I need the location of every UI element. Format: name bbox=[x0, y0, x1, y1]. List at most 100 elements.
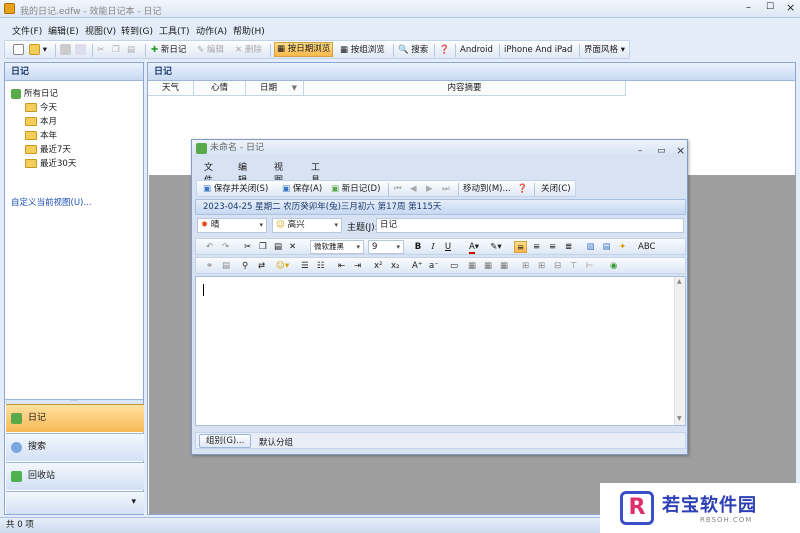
iphone-button[interactable]: iPhone And iPad bbox=[504, 44, 572, 57]
group-button[interactable]: 组别(G)... bbox=[199, 434, 252, 448]
cut-icon[interactable]: ✂ bbox=[97, 44, 104, 57]
insert-col-icon[interactable]: ⊞ bbox=[538, 260, 545, 272]
shrink-font-icon[interactable]: a⁻ bbox=[429, 260, 439, 272]
search-button[interactable]: 🔍 搜索 bbox=[398, 44, 428, 57]
edit-button[interactable]: ✎ 编辑 bbox=[197, 44, 224, 57]
bold-icon[interactable]: B bbox=[412, 241, 424, 253]
minimize-icon[interactable]: – bbox=[746, 2, 751, 13]
tree-item-month[interactable]: 本月 bbox=[25, 115, 57, 127]
image-icon[interactable]: ▨ bbox=[584, 241, 597, 253]
save-close-button[interactable]: ▣ 保存并关闭(S) bbox=[203, 183, 268, 196]
close-button[interactable]: 关闭(C) bbox=[541, 183, 571, 196]
number-list-icon[interactable]: ☷ bbox=[317, 260, 325, 272]
tree-item-year[interactable]: 本年 bbox=[25, 129, 57, 141]
next-icon[interactable]: ▶ bbox=[426, 183, 433, 196]
align-right-icon[interactable]: ≡ bbox=[546, 241, 559, 253]
tree-item-today[interactable]: 今天 bbox=[25, 101, 57, 113]
spellcheck-icon[interactable]: ABC bbox=[638, 241, 655, 253]
font-select[interactable]: 微软雅黑 ▾ bbox=[310, 240, 364, 254]
link-icon[interactable]: ⚭ bbox=[206, 260, 213, 272]
browse-by-group-button[interactable]: ▦ 按组浏览 bbox=[340, 44, 385, 57]
redo-icon[interactable]: ↷ bbox=[222, 241, 229, 253]
last-icon[interactable]: ⏭ bbox=[442, 183, 450, 196]
help-icon[interactable]: ❓ bbox=[439, 44, 450, 57]
browse-by-date-button[interactable]: ▦ 按日期浏览 bbox=[274, 42, 334, 57]
find-icon[interactable]: ⚲ bbox=[242, 260, 248, 272]
italic-icon[interactable]: I bbox=[427, 241, 439, 253]
menu-edit[interactable]: 编辑(E) bbox=[48, 24, 79, 37]
cut-icon[interactable]: ✂ bbox=[244, 241, 251, 253]
tree-item-last30[interactable]: 最近30天 bbox=[25, 157, 76, 169]
new-diary-dialog-button[interactable]: ▣ 新日记(D) bbox=[331, 183, 380, 196]
new-diary-button[interactable]: ✚ 新日记 bbox=[151, 44, 186, 57]
special-icon[interactable]: ✦ bbox=[616, 241, 629, 253]
maximize-icon[interactable]: ☐ bbox=[766, 2, 774, 12]
font-size-select[interactable]: 9 ▾ bbox=[368, 240, 404, 254]
merge-cell-icon[interactable]: ⊤ bbox=[570, 260, 577, 272]
outdent-icon[interactable]: ⇤ bbox=[338, 260, 345, 272]
indent-icon[interactable]: ⇥ bbox=[354, 260, 361, 272]
align-center-icon[interactable]: ≡ bbox=[530, 241, 543, 253]
first-icon[interactable]: ⏮ bbox=[394, 183, 402, 196]
column-mood[interactable]: 心情 bbox=[194, 81, 246, 96]
custom-view-link[interactable]: 自定义当前视图(U)... bbox=[11, 196, 91, 208]
preview-icon[interactable] bbox=[75, 44, 86, 57]
prev-icon[interactable]: ◀ bbox=[410, 183, 417, 196]
scroll-down-icon[interactable]: ▼ bbox=[677, 415, 682, 422]
open-icon[interactable]: ▾ bbox=[29, 44, 47, 57]
nav-search[interactable]: 搜索 bbox=[6, 433, 144, 461]
save-button[interactable]: ▣ 保存(A) bbox=[282, 183, 322, 196]
font-color-icon[interactable]: A▾ bbox=[464, 241, 484, 254]
editor-scrollbar[interactable]: ▲ ▼ bbox=[674, 277, 685, 425]
column-date[interactable]: 日期 ▼ bbox=[246, 81, 304, 96]
split-cell-icon[interactable]: ⊟ bbox=[554, 260, 561, 272]
bullet-list-icon[interactable]: ☰ bbox=[301, 260, 309, 272]
menu-help[interactable]: 帮助(H) bbox=[233, 24, 265, 37]
replace-icon[interactable]: ⇄ bbox=[258, 260, 265, 272]
dialog-minimize-icon[interactable]: – bbox=[638, 143, 643, 160]
dialog-help-icon[interactable]: ❓ bbox=[517, 183, 528, 196]
underline-icon[interactable]: U bbox=[442, 241, 454, 253]
print-icon[interactable] bbox=[60, 44, 71, 57]
column-weather[interactable]: 天气 bbox=[148, 81, 194, 96]
menu-action[interactable]: 动作(A) bbox=[196, 24, 227, 37]
insert-icon[interactable]: ▤ bbox=[222, 260, 230, 272]
box-icon[interactable]: ▭ bbox=[450, 260, 458, 272]
emoji-icon[interactable]: ☺▾ bbox=[276, 260, 289, 272]
mood-select[interactable]: ☺ 高兴 ▾ bbox=[272, 218, 342, 233]
nav-more[interactable]: ▾ bbox=[6, 491, 144, 514]
new-file-icon[interactable] bbox=[13, 44, 24, 57]
table-icon[interactable]: ▦ bbox=[468, 260, 476, 272]
tree-root-all[interactable]: 所有日记 bbox=[11, 87, 58, 99]
delete-button[interactable]: ✕ 删除 bbox=[235, 44, 262, 57]
superscript-icon[interactable]: x² bbox=[374, 260, 382, 272]
nav-recycle[interactable]: 回收站 bbox=[6, 462, 144, 490]
table-row-icon[interactable]: ▦ bbox=[484, 260, 492, 272]
align-left-icon[interactable]: ≡ bbox=[514, 241, 527, 253]
diary-content-editor[interactable]: ▲ ▼ bbox=[195, 276, 686, 426]
dialog-maximize-icon[interactable]: ▭ bbox=[657, 143, 666, 160]
menu-tools[interactable]: 工具(T) bbox=[159, 24, 190, 37]
highlight-icon[interactable]: ✎▾ bbox=[486, 241, 506, 253]
undo-icon[interactable]: ↶ bbox=[206, 241, 213, 253]
tree-item-last7[interactable]: 最近7天 bbox=[25, 143, 71, 155]
move-to-button[interactable]: 移动到(M)... bbox=[463, 183, 511, 196]
delete-cell-icon[interactable]: ⊢ bbox=[586, 260, 593, 272]
attach-icon[interactable]: ▤ bbox=[600, 241, 613, 253]
dialog-close-icon[interactable]: × bbox=[676, 142, 685, 159]
insert-row-icon[interactable]: ⊞ bbox=[522, 260, 529, 272]
nav-diary[interactable]: 日记 bbox=[6, 404, 144, 432]
copy-icon[interactable]: ❐ bbox=[112, 44, 120, 57]
column-summary[interactable]: 内容摘要 bbox=[304, 81, 626, 96]
android-button[interactable]: Android bbox=[460, 44, 493, 57]
web-icon[interactable]: ◉ bbox=[610, 260, 617, 272]
grow-font-icon[interactable]: A⁺ bbox=[412, 260, 422, 272]
menu-file[interactable]: 文件(F) bbox=[12, 24, 42, 37]
menu-view[interactable]: 视图(V) bbox=[85, 24, 116, 37]
paste-icon[interactable]: ▤ bbox=[127, 44, 135, 57]
subject-input[interactable]: 日记 bbox=[376, 218, 684, 233]
justify-icon[interactable]: ≣ bbox=[562, 241, 575, 253]
table-col-icon[interactable]: ▦ bbox=[500, 260, 508, 272]
paste-icon[interactable]: ▤ bbox=[274, 241, 282, 253]
skin-button[interactable]: 界面风格 ▾ bbox=[584, 44, 625, 57]
